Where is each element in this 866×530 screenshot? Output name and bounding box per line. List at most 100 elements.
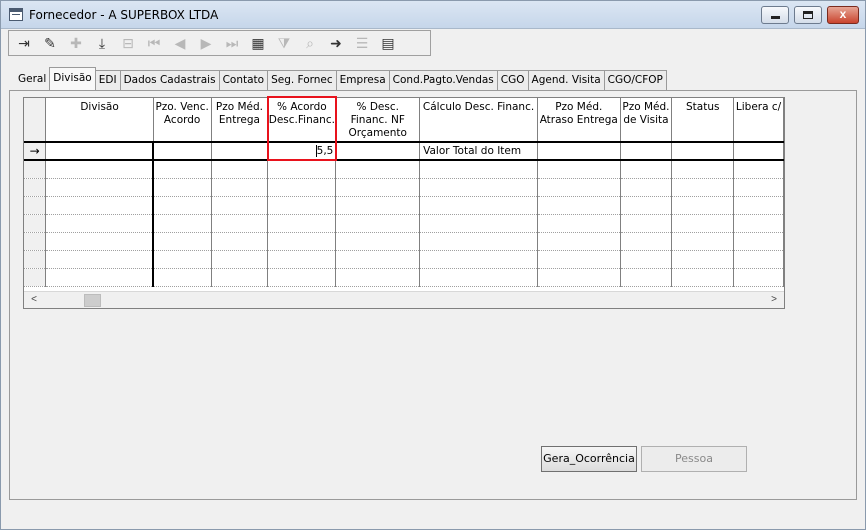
row-indicator[interactable]: → bbox=[24, 141, 47, 161]
grid-cell-status[interactable] bbox=[671, 141, 735, 161]
grid-cell-divisao[interactable] bbox=[45, 141, 155, 161]
tab-agend-visita[interactable]: Agend. Visita bbox=[527, 70, 605, 90]
grid-cell-visita[interactable] bbox=[620, 160, 673, 179]
grid-cell-status[interactable] bbox=[671, 268, 735, 287]
tab-cgo[interactable]: CGO bbox=[496, 70, 529, 90]
division-grid[interactable]: Divisão Pzo. Venc. Acordo Pzo Méd. Entrega… bbox=[23, 97, 785, 309]
grid-cell-divisao[interactable] bbox=[45, 214, 155, 233]
column-header[interactable]: Divisão bbox=[45, 98, 154, 143]
grid-cell-acordo-desc[interactable] bbox=[267, 268, 337, 287]
column-header[interactable]: Pzo Méd. Entrega bbox=[211, 98, 269, 143]
row-indicator[interactable] bbox=[24, 178, 47, 197]
column-header[interactable]: % Desc. Financ. NF Orçamento bbox=[335, 98, 421, 143]
grid-cell-desc-nf[interactable] bbox=[335, 141, 421, 161]
grid-cell-divisao[interactable] bbox=[45, 196, 155, 215]
grid-cell-pzo-entrega[interactable] bbox=[211, 268, 269, 287]
horizontal-scrollbar[interactable]: < > bbox=[24, 291, 784, 308]
tab-geral[interactable]: Geral bbox=[15, 70, 51, 90]
column-header[interactable]: Status bbox=[671, 98, 735, 143]
grid-cell-libera[interactable] bbox=[733, 196, 784, 215]
tab-edi[interactable]: EDI bbox=[94, 70, 121, 90]
grid-cell-libera[interactable] bbox=[733, 250, 784, 269]
grid-cell-calculo[interactable] bbox=[419, 268, 538, 287]
grid-cell-pzo-venc[interactable] bbox=[153, 232, 212, 251]
grid-cell-desc-nf[interactable] bbox=[335, 160, 421, 179]
row-indicator[interactable] bbox=[24, 250, 47, 269]
grid-cell-atraso[interactable] bbox=[537, 268, 621, 287]
grid-cell-calculo[interactable] bbox=[419, 232, 538, 251]
column-header[interactable]: Libera c/ bbox=[733, 98, 784, 143]
minimize-button[interactable] bbox=[761, 6, 789, 24]
grid-cell-pzo-entrega[interactable] bbox=[211, 141, 269, 161]
filter-icon[interactable]: ⧩ bbox=[271, 32, 297, 54]
cancel-icon[interactable]: ⊟ bbox=[115, 32, 141, 54]
grid-cell-acordo-desc[interactable] bbox=[267, 196, 337, 215]
grid-cell-visita[interactable] bbox=[620, 141, 673, 161]
grid-cell-atraso[interactable] bbox=[537, 178, 621, 197]
grid-cell-pzo-venc[interactable] bbox=[153, 160, 212, 179]
close-button[interactable]: x bbox=[827, 6, 859, 24]
grid-cell-pzo-venc[interactable] bbox=[153, 141, 212, 161]
grid-cell-libera[interactable] bbox=[733, 214, 784, 233]
grid-cell-atraso[interactable] bbox=[537, 250, 621, 269]
grid-cell-calculo[interactable] bbox=[419, 214, 538, 233]
table-row[interactable] bbox=[24, 178, 784, 197]
last-record-icon[interactable]: ⏭ bbox=[219, 32, 245, 54]
row-indicator[interactable] bbox=[24, 232, 47, 251]
row-indicator[interactable] bbox=[24, 196, 47, 215]
grid-cell-pzo-venc[interactable] bbox=[153, 196, 212, 215]
new-record-icon[interactable]: ✚ bbox=[63, 32, 89, 54]
row-indicator[interactable] bbox=[24, 214, 47, 233]
tab-contato[interactable]: Contato bbox=[218, 70, 269, 90]
grid-cell-pzo-venc[interactable] bbox=[153, 250, 212, 269]
table-icon[interactable]: ▤ bbox=[375, 32, 401, 54]
gera-ocorrencia-button[interactable]: Gera_Ocorrência bbox=[541, 446, 637, 472]
grid-cell-visita[interactable] bbox=[620, 196, 673, 215]
grid-cell-divisao[interactable] bbox=[45, 268, 155, 287]
row-indicator[interactable] bbox=[24, 268, 47, 287]
grid-cell-calculo[interactable]: Valor Total do Item bbox=[419, 141, 538, 161]
table-row[interactable] bbox=[24, 214, 784, 233]
grid-cell-calculo[interactable] bbox=[419, 160, 538, 179]
pessoa-button[interactable]: Pessoa bbox=[641, 446, 747, 472]
scroll-left-icon[interactable]: < bbox=[27, 294, 41, 307]
grid-cell-libera[interactable] bbox=[733, 232, 784, 251]
tab-cond-pagto-vendas[interactable]: Cond.Pagto.Vendas bbox=[388, 70, 498, 90]
grid-cell-libera[interactable] bbox=[733, 268, 784, 287]
editing-cell-value[interactable]: 5,5 bbox=[315, 145, 333, 157]
tab-empresa[interactable]: Empresa bbox=[335, 70, 390, 90]
grid-cell-atraso[interactable] bbox=[537, 160, 621, 179]
column-header[interactable]: Cálculo Desc. Financ. bbox=[419, 98, 538, 143]
grid-cell-pzo-entrega[interactable] bbox=[211, 214, 269, 233]
grid-cell-divisao[interactable] bbox=[45, 160, 155, 179]
exit-icon[interactable]: ⇥ bbox=[11, 32, 37, 54]
grid-cell-pzo-entrega[interactable] bbox=[211, 178, 269, 197]
grid-cell-status[interactable] bbox=[671, 178, 735, 197]
column-header[interactable]: Pzo Méd. Atraso Entrega bbox=[537, 98, 621, 143]
grid-cell-calculo[interactable] bbox=[419, 196, 538, 215]
grid-cell-divisao[interactable] bbox=[45, 250, 155, 269]
grid-cell-acordo-desc[interactable] bbox=[267, 178, 337, 197]
grid-cell-status[interactable] bbox=[671, 250, 735, 269]
table-row[interactable] bbox=[24, 196, 784, 215]
grid-cell-pzo-venc[interactable] bbox=[153, 214, 212, 233]
table-row[interactable] bbox=[24, 268, 784, 287]
grid-cell-desc-nf[interactable] bbox=[335, 250, 421, 269]
maximize-button[interactable] bbox=[794, 6, 822, 24]
tab-seg-fornec[interactable]: Seg. Fornec bbox=[267, 70, 337, 90]
grid-cell-visita[interactable] bbox=[620, 268, 673, 287]
grid-cell-atraso[interactable] bbox=[537, 214, 621, 233]
save-icon[interactable]: ⤓ bbox=[89, 32, 115, 54]
grid-cell-pzo-venc[interactable] bbox=[153, 268, 212, 287]
grid-cell-pzo-entrega[interactable] bbox=[211, 196, 269, 215]
scroll-thumb[interactable] bbox=[84, 294, 101, 307]
grid-cell-atraso[interactable] bbox=[537, 232, 621, 251]
grid-cell-status[interactable] bbox=[671, 160, 735, 179]
grid-cell-atraso[interactable] bbox=[537, 141, 621, 161]
grid-cell-visita[interactable] bbox=[620, 214, 673, 233]
tab-dados-cadastrais[interactable]: Dados Cadastrais bbox=[119, 70, 220, 90]
search-icon[interactable]: ⌕ bbox=[297, 32, 323, 54]
column-header[interactable]: Pzo. Venc. Acordo bbox=[153, 98, 212, 143]
grid-cell-visita[interactable] bbox=[620, 232, 673, 251]
grid-cell-libera[interactable] bbox=[733, 141, 784, 161]
